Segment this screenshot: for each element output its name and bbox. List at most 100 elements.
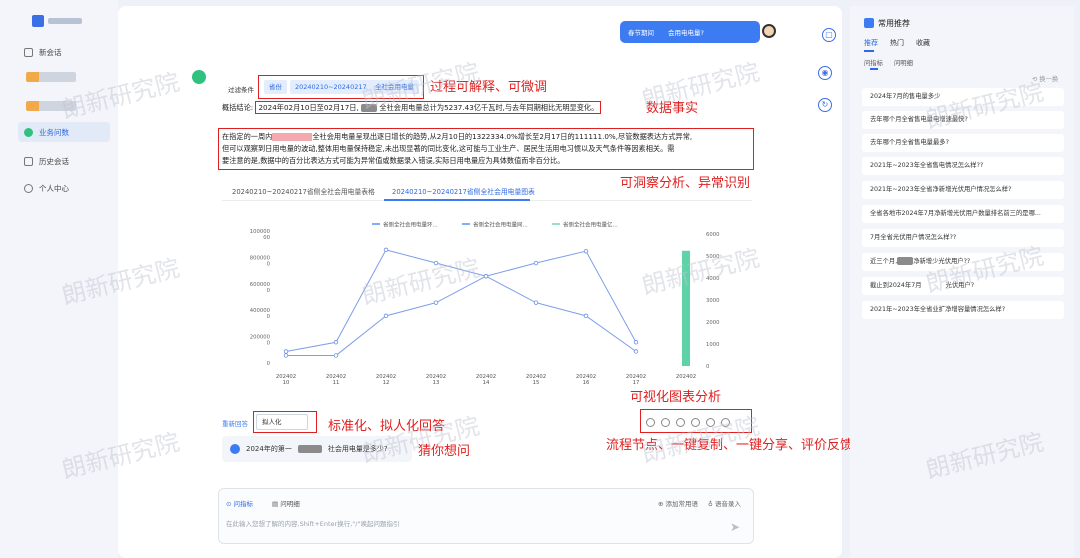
tab-active-indicator — [384, 199, 530, 201]
recommend-item[interactable]: 2021年~2023年全省售电情况怎么样?? — [862, 157, 1064, 175]
chat-input-placeholder: 在此输入您想了解的内容,Shift+Enter换行,"/"唤起问题指引 — [226, 520, 400, 528]
x-tick-label: 15 — [533, 380, 540, 386]
sidebar-item-user-center[interactable]: 个人中心 — [24, 180, 69, 196]
summary-box: 2024年02月10日至02月17日, 全社会用电量总计为5237.43亿千瓦时… — [255, 101, 602, 114]
redacted-region — [897, 257, 914, 265]
filter-tag-province[interactable]: 省份 — [264, 80, 287, 94]
subtab-detail[interactable]: 问明细 — [894, 58, 913, 67]
filter-tag-date-range[interactable]: 20240210~20240217 — [290, 80, 372, 94]
redacted-region — [921, 281, 946, 289]
chat-input-box[interactable] — [218, 488, 754, 544]
tab-chart[interactable]: 20240210~20240217省侧全社会用电量图表 — [392, 186, 535, 196]
recommend-item[interactable]: 2021年~2023年全省净新增光伏用户情况怎么样? — [862, 181, 1064, 199]
data-point — [533, 260, 539, 266]
legend-label: 省侧全社会用电量环... — [383, 221, 438, 229]
series-line — [286, 275, 637, 356]
filter-tag-metric[interactable]: 全社会用电量 — [370, 80, 419, 94]
annotation-filters: 过程可解释、可微调 — [430, 80, 548, 95]
analysis-text: 在指定的一周内 — [222, 132, 273, 141]
sidebar-item-history[interactable]: 历史会话 — [24, 153, 69, 169]
data-point — [383, 313, 389, 319]
series-line — [285, 249, 637, 352]
voice-label: 语音录入 — [714, 500, 741, 508]
business-query-icon — [24, 127, 33, 137]
recommend-item[interactable]: 全省各地市2024年7月净新增光伏用户数量排名前三的是哪... — [862, 205, 1064, 223]
recommend-item-text: 近三个月, — [870, 258, 898, 265]
data-point — [333, 340, 339, 345]
input-tab-indicator[interactable]: ⊙ 问指标 — [226, 498, 253, 508]
y-tick-label: 00 — [263, 235, 270, 241]
copy-icon[interactable]: ▢ — [822, 28, 836, 42]
analysis-text: 但可以观察到日用电量的波动,整体用电量保持稳定,未出现显著的同比变化,这可能与工… — [222, 144, 675, 153]
refresh-icon[interactable]: ↻ — [818, 98, 832, 112]
legend-label: 省侧全社会用电量亿... — [563, 221, 618, 229]
tab-favorite[interactable]: 收藏 — [916, 38, 930, 48]
tab-hot[interactable]: 热门 — [890, 38, 904, 48]
annotation-style: 标准化、拟人化回答 — [328, 419, 446, 434]
redacted-region — [361, 104, 378, 112]
robot-icon[interactable]: ◉ — [818, 66, 832, 80]
sidebar — [0, 0, 118, 558]
sidebar-item-new-chat[interactable]: 新会话 — [24, 44, 62, 60]
y-tick-label: 0 — [267, 288, 271, 294]
suggestion-icon — [230, 444, 240, 454]
x-tick-label: 14 — [483, 380, 490, 386]
app-logo — [32, 14, 82, 28]
x-tick-label: 13 — [433, 380, 440, 386]
voice-input-button[interactable]: ♁ 语音录入 — [708, 498, 741, 508]
recommend-item[interactable]: 去年哪个月全省售电量最多? — [862, 134, 1064, 152]
subtab-indicator[interactable]: 问指标 — [864, 58, 883, 67]
data-point — [283, 353, 289, 358]
y2-tick-label: 4000 — [706, 276, 720, 282]
data-point — [583, 248, 589, 254]
data-point — [433, 300, 439, 305]
data-point — [633, 349, 639, 354]
annotation-analysis: 可洞察分析、异常识别 — [620, 176, 751, 191]
data-point — [333, 353, 339, 358]
recommend-item[interactable]: 2024年7月的售电量多少 — [862, 88, 1064, 106]
refresh-suggestions-button[interactable]: ⟲ 换一换 — [1032, 74, 1058, 83]
y2-tick-label: 2000 — [706, 320, 720, 326]
x-tick-label: 11 — [333, 380, 340, 386]
input-tab-detail[interactable]: ▤ 问明细 — [272, 498, 300, 508]
annotation-box-style — [253, 411, 317, 433]
annotation-box-actions — [640, 409, 752, 433]
recommend-item[interactable]: 去年哪个月全省售电量电增速最快? — [862, 111, 1064, 129]
redacted-region — [272, 133, 313, 141]
analysis-paragraph: 在指定的一周内 全社会用电量呈现出逐日增长的趋势,从2月10日的1322334.0… — [222, 131, 752, 167]
sidebar-item-blurred[interactable] — [26, 72, 76, 82]
add-common-label: 添加常用语 — [665, 500, 699, 508]
tab-recommend[interactable]: 推荐 — [864, 38, 878, 48]
sidebar-item-blurred[interactable] — [26, 101, 76, 111]
y2-tick-label: 1000 — [706, 342, 720, 348]
annotation-chart: 可视化图表分析 — [630, 390, 722, 405]
legend-label: 省侧全社会用电量同... — [473, 221, 528, 229]
suggested-question-text: 2024年的第一 — [246, 445, 292, 453]
send-icon[interactable]: ➤ — [730, 520, 744, 534]
input-tab-label: 问明细 — [280, 500, 300, 508]
data-point — [433, 260, 439, 266]
x-tick-label: 10 — [283, 380, 290, 386]
recommend-item-text: 截止到2024年7月 — [870, 282, 922, 289]
assistant-avatar-icon — [192, 70, 206, 84]
sidebar-item-label: 个人中心 — [39, 183, 69, 193]
data-point — [283, 349, 289, 354]
recommend-item[interactable]: 7月全省光伏用户情况怎么样?? — [862, 229, 1064, 247]
analysis-text: 全社会用电量呈现出逐日增长的趋势,从2月10日的1322334.0%增长至2月1… — [312, 132, 693, 141]
summary-line: 概括结论: 2024年02月10日至02月17日, 全社会用电量总计为5237.… — [222, 101, 602, 114]
retry-answer-link[interactable]: 重新回答 — [222, 418, 248, 428]
recommend-item[interactable]: 2021年~2023年全省业扩净增容量情况怎么样? — [862, 301, 1064, 319]
data-point — [483, 274, 489, 279]
y2-tick-label: 3000 — [706, 298, 720, 304]
question-text: 春节期间 — [628, 29, 654, 37]
add-common-phrase-button[interactable]: ⊕ 添加常用语 — [658, 498, 698, 508]
tab-table[interactable]: 20240210~20240217省侧全社会用电量表格 — [232, 186, 375, 196]
recommend-item[interactable]: 近三个月, 净新增少光伏用户?? — [862, 253, 1064, 271]
suggested-question-text: 社会用电量是多少? — [327, 445, 388, 453]
y-tick-label: 0 — [267, 361, 271, 367]
y2-tick-label: 0 — [706, 364, 710, 370]
sidebar-item-business-query[interactable]: 业务问数 — [24, 124, 69, 140]
suggested-question[interactable]: 2024年的第一 社会用电量是多少? — [222, 436, 412, 462]
refresh-label: 换一换 — [1039, 76, 1059, 83]
recommend-item[interactable]: 截止到2024年7月 光伏用户? — [862, 277, 1064, 295]
